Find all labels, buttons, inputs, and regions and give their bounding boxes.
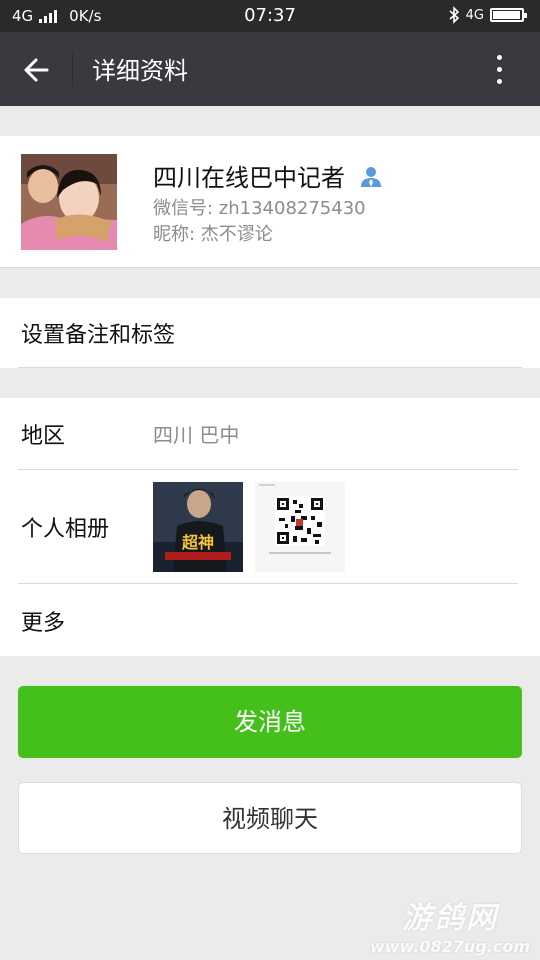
region-divider xyxy=(18,469,518,470)
appbar-divider xyxy=(72,52,73,86)
nickname: 昵称: 杰不谬论 xyxy=(153,224,273,245)
album-thumbnail-game[interactable]: 超神 xyxy=(153,482,243,572)
watermark-brand: 游鸽网 xyxy=(402,901,498,936)
region-value: 四川 巴中 xyxy=(153,423,240,447)
avatar[interactable] xyxy=(21,154,117,250)
album-divider xyxy=(18,583,518,584)
contact-name-row: 四川在线巴中记者 xyxy=(153,158,383,193)
battery-icon xyxy=(490,8,527,22)
video-chat-button[interactable]: 视频聊天 xyxy=(18,782,522,854)
set-remark-row[interactable]: 设置备注和标签 xyxy=(0,298,540,368)
album-thumb-title: 超神 xyxy=(181,533,214,552)
remark-divider xyxy=(18,367,522,368)
page-title: 详细资料 xyxy=(92,57,188,85)
status-bar: 4G 0K/s 07:37 4G xyxy=(0,0,540,32)
more-options-icon[interactable] xyxy=(488,52,512,88)
watermark-url: www.0827ug.com xyxy=(370,937,530,956)
status-right: 4G xyxy=(448,6,527,24)
back-arrow-icon[interactable] xyxy=(18,52,54,88)
album-label[interactable]: 个人相册 xyxy=(21,511,109,543)
avatar-image xyxy=(21,154,117,250)
app-bar: 详细资料 xyxy=(0,32,540,106)
watermark: 游鸽网 www.0827ug.com xyxy=(370,893,530,956)
person-icon xyxy=(361,166,381,187)
info-card: 地区 四川 巴中 个人相册 超神 更多 xyxy=(0,398,540,656)
set-remark-label: 设置备注和标签 xyxy=(21,323,176,348)
network-type-right: 4G xyxy=(465,7,484,23)
region-label: 地区 xyxy=(21,424,66,449)
qr-code-icon xyxy=(255,482,345,572)
more-label[interactable]: 更多 xyxy=(21,605,65,637)
bluetooth-icon xyxy=(449,6,459,24)
wechat-id: 微信号: zh13408275430 xyxy=(153,198,366,219)
album-thumbnail-game-image: 超神 xyxy=(153,482,243,572)
contact-name: 四川在线巴中记者 xyxy=(153,164,345,192)
profile-card[interactable]: 四川在线巴中记者 微信号: zh13408275430 昵称: 杰不谬论 xyxy=(0,136,540,268)
send-message-button[interactable]: 发消息 xyxy=(18,686,522,758)
battery-level xyxy=(493,11,520,19)
album-thumbnail-qrcode[interactable] xyxy=(255,482,345,572)
